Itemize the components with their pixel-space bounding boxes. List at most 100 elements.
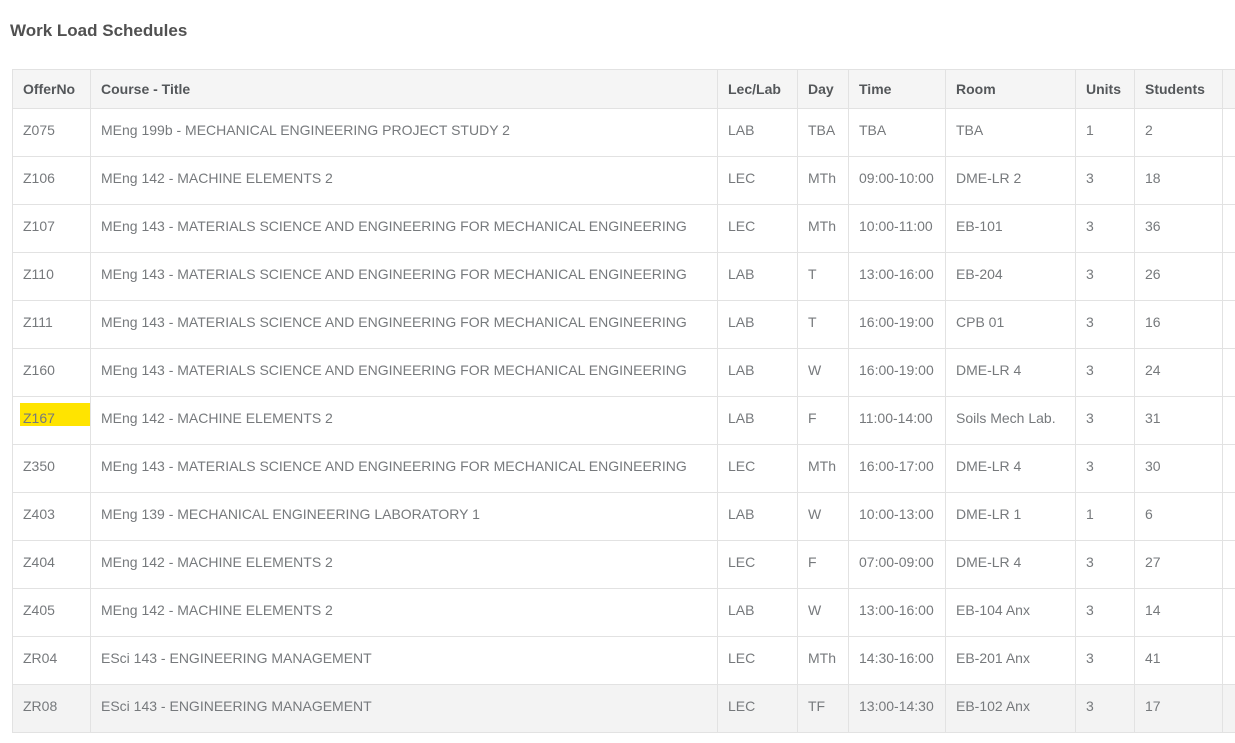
cell-time: 10:00-13:00 (849, 493, 946, 541)
cell-time: 14:30-16:00 (849, 637, 946, 685)
cell-day: MTh (798, 157, 849, 205)
room-value: Soils Mech Lab. (956, 410, 1056, 426)
table-row[interactable]: Z107 MEng 143 - MATERIALS SCIENCE AND EN… (13, 205, 1235, 253)
leclab-value: LAB (728, 314, 754, 330)
students-value: 26 (1145, 266, 1161, 282)
cell-day: F (798, 397, 849, 445)
table-row[interactable]: Z405 MEng 142 - MACHINE ELEMENTS 2 LAB W… (13, 589, 1235, 637)
column-header-offerno: OfferNo (13, 70, 91, 109)
cell-students: 24 (1135, 349, 1223, 397)
table-row[interactable]: Z160 MEng 143 - MATERIALS SCIENCE AND EN… (13, 349, 1235, 397)
course-title-value: MEng 142 - MACHINE ELEMENTS 2 (101, 170, 333, 186)
cell-room: EB-201 Anx (946, 637, 1076, 685)
table-row[interactable]: Z110 MEng 143 - MATERIALS SCIENCE AND EN… (13, 253, 1235, 301)
table-row[interactable]: ZR08 ESci 143 - ENGINEERING MANAGEMENT L… (13, 685, 1235, 733)
cell-offerno: Z350 (13, 445, 91, 493)
students-value: 36 (1145, 218, 1161, 234)
cell-leclab: LAB (718, 589, 798, 637)
cell-room: EB-204 (946, 253, 1076, 301)
room-value: DME-LR 1 (956, 506, 1021, 522)
column-header-leclab: Lec/Lab (718, 70, 798, 109)
students-value: 2 (1145, 122, 1153, 138)
work-load-schedules-table: OfferNo Course - Title Lec/Lab Day Time … (12, 69, 1235, 733)
cell-truncated (1223, 541, 1235, 589)
cell-course-title: MEng 142 - MACHINE ELEMENTS 2 (91, 397, 718, 445)
time-value: 16:00-19:00 (859, 314, 934, 330)
time-value: 13:00-16:00 (859, 602, 934, 618)
day-value: MTh (808, 170, 836, 186)
cell-units: 3 (1076, 397, 1135, 445)
cell-offerno: Z404 (13, 541, 91, 589)
offerno-value: Z404 (23, 554, 55, 570)
time-value: 10:00-11:00 (859, 218, 933, 234)
table-row[interactable]: Z106 MEng 142 - MACHINE ELEMENTS 2 LEC M… (13, 157, 1235, 205)
table-row[interactable]: Z075 MEng 199b - MECHANICAL ENGINEERING … (13, 109, 1235, 157)
units-value: 1 (1086, 122, 1094, 138)
leclab-value: LEC (728, 458, 755, 474)
day-value: TBA (808, 122, 835, 138)
table-body: Z075 MEng 199b - MECHANICAL ENGINEERING … (13, 109, 1235, 733)
cell-time: 11:00-14:00 (849, 397, 946, 445)
time-value: 16:00-17:00 (859, 458, 934, 474)
offerno-value: ZR04 (23, 650, 57, 666)
offerno-value: Z107 (23, 218, 55, 234)
cell-offerno: ZR08 (13, 685, 91, 733)
cell-course-title: MEng 143 - MATERIALS SCIENCE AND ENGINEE… (91, 301, 718, 349)
day-value: MTh (808, 218, 836, 234)
course-title-value: MEng 199b - MECHANICAL ENGINEERING PROJE… (101, 122, 510, 138)
course-title-value: MEng 143 - MATERIALS SCIENCE AND ENGINEE… (101, 314, 687, 330)
cell-course-title: MEng 142 - MACHINE ELEMENTS 2 (91, 589, 718, 637)
cell-room: EB-101 (946, 205, 1076, 253)
column-header-room: Room (946, 70, 1076, 109)
cell-time: 16:00-19:00 (849, 301, 946, 349)
course-title-value: MEng 143 - MATERIALS SCIENCE AND ENGINEE… (101, 458, 687, 474)
cell-course-title: MEng 142 - MACHINE ELEMENTS 2 (91, 541, 718, 589)
cell-leclab: LAB (718, 397, 798, 445)
table-row[interactable]: Z350 MEng 143 - MATERIALS SCIENCE AND EN… (13, 445, 1235, 493)
cell-truncated (1223, 685, 1235, 733)
cell-time: 07:00-09:00 (849, 541, 946, 589)
cell-units: 3 (1076, 445, 1135, 493)
cell-truncated (1223, 589, 1235, 637)
leclab-value: LAB (728, 506, 754, 522)
cell-day: MTh (798, 637, 849, 685)
time-value: 16:00-19:00 (859, 362, 934, 378)
cell-students: 6 (1135, 493, 1223, 541)
cell-truncated (1223, 397, 1235, 445)
room-value: EB-104 Anx (956, 602, 1030, 618)
cell-units: 1 (1076, 109, 1135, 157)
units-value: 3 (1086, 170, 1094, 186)
cell-leclab: LAB (718, 253, 798, 301)
cell-time: TBA (849, 109, 946, 157)
cell-room: DME-LR 4 (946, 445, 1076, 493)
table-row[interactable]: ZR04 ESci 143 - ENGINEERING MANAGEMENT L… (13, 637, 1235, 685)
cell-room: DME-LR 1 (946, 493, 1076, 541)
table-row[interactable]: Z404 MEng 142 - MACHINE ELEMENTS 2 LEC F… (13, 541, 1235, 589)
cell-offerno: Z403 (13, 493, 91, 541)
day-value: W (808, 602, 821, 618)
cell-leclab: LAB (718, 493, 798, 541)
time-value: 11:00-14:00 (859, 410, 933, 426)
cell-units: 3 (1076, 253, 1135, 301)
cell-units: 3 (1076, 685, 1135, 733)
cell-course-title: MEng 143 - MATERIALS SCIENCE AND ENGINEE… (91, 445, 718, 493)
table-row[interactable]: Z403 MEng 139 - MECHANICAL ENGINEERING L… (13, 493, 1235, 541)
course-title-value: MEng 143 - MATERIALS SCIENCE AND ENGINEE… (101, 218, 687, 234)
offerno-value: Z403 (23, 506, 55, 522)
cell-course-title: ESci 143 - ENGINEERING MANAGEMENT (91, 685, 718, 733)
cell-offerno: Z160 (13, 349, 91, 397)
cell-leclab: LEC (718, 205, 798, 253)
cell-units: 3 (1076, 301, 1135, 349)
cell-time: 13:00-16:00 (849, 589, 946, 637)
day-value: TF (808, 698, 825, 714)
cell-day: TF (798, 685, 849, 733)
units-value: 3 (1086, 410, 1094, 426)
cell-time: 10:00-11:00 (849, 205, 946, 253)
table-row[interactable]: Z167 MEng 142 - MACHINE ELEMENTS 2 LAB F… (13, 397, 1235, 445)
cell-time: 13:00-14:30 (849, 685, 946, 733)
cell-leclab: LEC (718, 445, 798, 493)
table-row[interactable]: Z111 MEng 143 - MATERIALS SCIENCE AND EN… (13, 301, 1235, 349)
column-header-day: Day (798, 70, 849, 109)
cell-course-title: ESci 143 - ENGINEERING MANAGEMENT (91, 637, 718, 685)
room-value: TBA (956, 122, 983, 138)
